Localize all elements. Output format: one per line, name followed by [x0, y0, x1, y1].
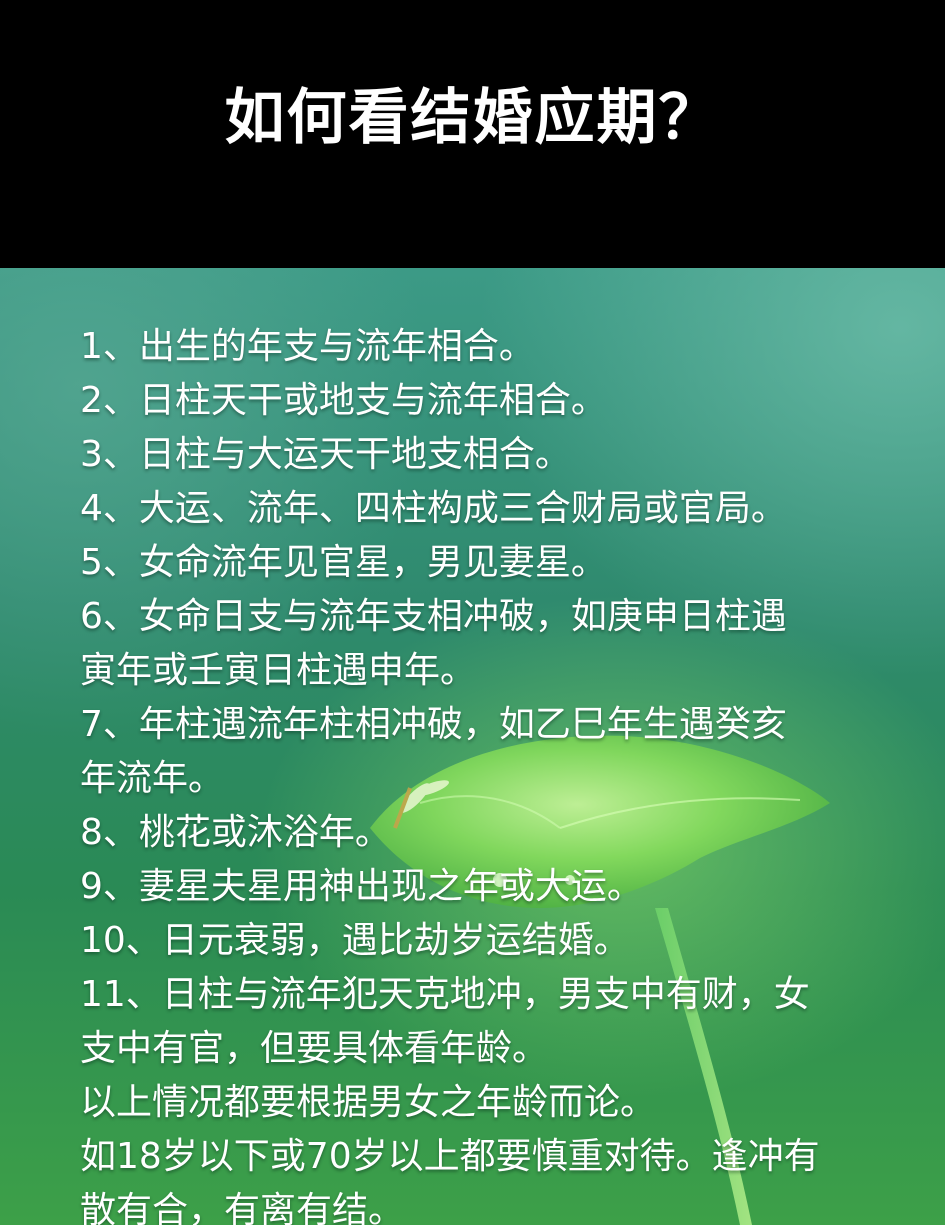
list-item: 2、日柱天干或地支与流年相合。	[80, 380, 607, 421]
page-title: 如何看结婚应期？	[224, 83, 721, 153]
list-item: 4、大运、流年、四柱构成三合财局或官局。	[80, 488, 787, 529]
list-item: 3、日柱与大运天干地支相合。	[80, 434, 571, 475]
list-item: 7、年柱遇流年柱相冲破，如乙巳年生遇癸亥	[80, 704, 787, 745]
list-item: 寅年或壬寅日柱遇申年。	[80, 650, 477, 691]
list-item: 11、日柱与流年犯天克地冲，男支中有财，女	[80, 974, 810, 1015]
list-item: 支中有官，但要具体看年龄。	[80, 1028, 549, 1069]
list-item: 9、妻星夫星用神出现之年或大运。	[80, 866, 643, 907]
list-item: 以上情况都要根据男女之年龄而论。	[80, 1082, 657, 1123]
list-item: 年流年。	[80, 758, 225, 799]
list-item: 如18岁以下或70岁以上都要慎重对待。逢冲有	[80, 1136, 820, 1177]
list-item: 1、出生的年支与流年相合。	[80, 326, 535, 367]
list-item: 6、女命日支与流年支相冲破，如庚申日柱遇	[80, 596, 787, 637]
marriage-timing-list: 1、出生的年支与流年相合。 2、日柱天干或地支与流年相合。 3、日柱与大运天干地…	[80, 320, 900, 1225]
header-bar: 如何看结婚应期？	[0, 0, 945, 268]
list-item: 散有合，有离有结。	[80, 1190, 405, 1225]
page: 如何看结婚应期？ 1、出生的年支与流年相合。 2、日柱天干或地支与流年相合。 3…	[0, 0, 945, 1225]
list-item: 5、女命流年见官星，男见妻星。	[80, 542, 607, 583]
list-item: 8、桃花或沐浴年。	[80, 812, 391, 853]
list-item: 10、日元衰弱，遇比劫岁运结婚。	[80, 920, 630, 961]
